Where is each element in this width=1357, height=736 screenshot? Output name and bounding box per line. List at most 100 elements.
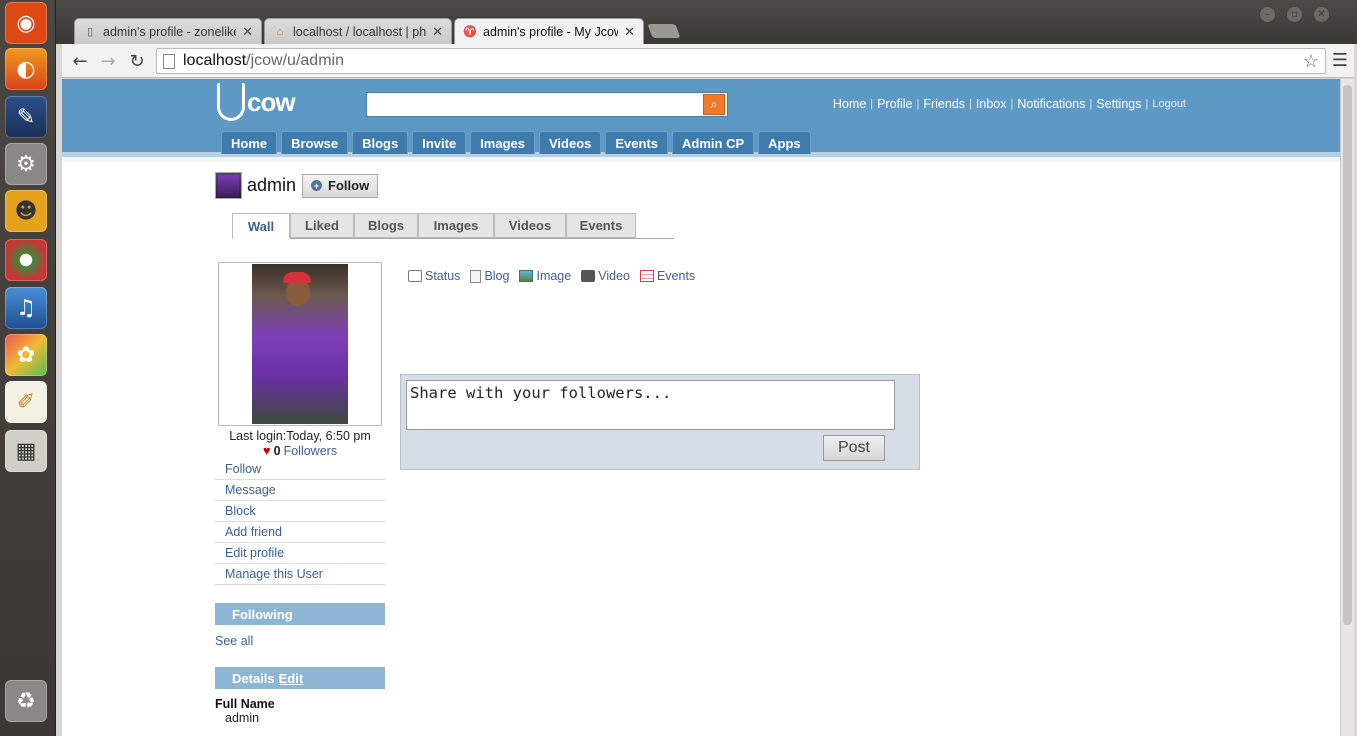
video-camera-icon bbox=[581, 270, 596, 282]
tab-title: admin's profile - zonelike bbox=[103, 24, 237, 39]
firefox-icon[interactable]: ◐ bbox=[5, 48, 47, 90]
close-tab-icon[interactable]: ✕ bbox=[624, 24, 635, 40]
page-content: admin + Follow Wall Liked Blogs Images V… bbox=[62, 162, 1340, 736]
jcow-logo[interactable]: cow bbox=[217, 82, 296, 122]
nav-videos[interactable]: Videos bbox=[539, 131, 602, 154]
status-composer: Share with your followers... Post bbox=[400, 374, 920, 470]
close-window-icon[interactable]: ✕ bbox=[1314, 7, 1329, 22]
menu-icon[interactable]: ☰ bbox=[1332, 50, 1348, 71]
search-icon[interactable]: ⌕ bbox=[703, 94, 725, 115]
tab-events[interactable]: Events bbox=[566, 213, 636, 238]
following-heading: Following bbox=[215, 603, 385, 625]
page-icon: ▯ bbox=[86, 26, 94, 38]
top-link-settings[interactable]: Settings bbox=[1096, 97, 1141, 111]
nav-blogs[interactable]: Blogs bbox=[352, 131, 409, 154]
nav-home[interactable]: Home bbox=[221, 131, 278, 154]
top-link-friends[interactable]: Friends bbox=[923, 97, 965, 111]
back-icon[interactable]: ← bbox=[68, 49, 92, 73]
plus-icon: + bbox=[311, 180, 323, 191]
tab-images[interactable]: Images bbox=[418, 213, 494, 238]
profile-header: admin + Follow bbox=[215, 172, 379, 199]
composer-tab-image[interactable]: Image bbox=[519, 269, 571, 283]
details-edit-link[interactable]: Edit bbox=[279, 671, 304, 686]
browser-tab-3[interactable]: ♈ admin's profile - My Jcow ✕ bbox=[454, 18, 644, 44]
close-tab-icon[interactable]: ✕ bbox=[242, 24, 253, 40]
action-message[interactable]: Message bbox=[215, 480, 385, 501]
contacts-icon[interactable]: ☻ bbox=[5, 190, 47, 232]
close-tab-icon[interactable]: ✕ bbox=[432, 24, 443, 40]
top-link-home[interactable]: Home bbox=[833, 97, 866, 111]
last-login: Last login:Today, 6:50 pm bbox=[229, 429, 371, 443]
composer-tab-blog[interactable]: Blog bbox=[470, 269, 509, 283]
tab-liked[interactable]: Liked bbox=[290, 213, 354, 238]
document-icon bbox=[470, 269, 482, 283]
tab-wall[interactable]: Wall bbox=[232, 213, 290, 239]
followers-info: ♥ 0 Followers bbox=[218, 443, 382, 458]
new-tab-button[interactable] bbox=[647, 24, 681, 38]
browser-tab-1[interactable]: ▯ admin's profile - zonelike ✕ bbox=[74, 18, 262, 44]
details-title: Details bbox=[232, 670, 275, 686]
top-link-inbox[interactable]: Inbox bbox=[976, 97, 1007, 111]
status-textarea[interactable]: Share with your followers... bbox=[406, 380, 895, 430]
ubuntu-dash-icon[interactable]: ◉ bbox=[5, 2, 47, 44]
main-nav: Home Browse Blogs Invite Images Videos E… bbox=[221, 131, 811, 154]
search-input[interactable]: ⌕ bbox=[366, 92, 728, 117]
speech-bubble-icon bbox=[408, 270, 422, 282]
pma-icon: ⌂ bbox=[276, 25, 284, 38]
action-add-friend[interactable]: Add friend bbox=[215, 522, 385, 543]
calculator-icon[interactable]: ▦ bbox=[5, 430, 47, 472]
nav-admin-cp[interactable]: Admin CP bbox=[672, 131, 755, 154]
nav-invite[interactable]: Invite bbox=[412, 131, 467, 154]
separator: | bbox=[1145, 98, 1149, 110]
address-bar[interactable]: localhost/jcow/u/admin ☆ bbox=[156, 48, 1326, 74]
post-button[interactable]: Post bbox=[823, 435, 885, 461]
nav-apps[interactable]: Apps bbox=[758, 131, 811, 154]
paint-icon[interactable]: ✿ bbox=[5, 334, 47, 376]
scrollbar-thumb[interactable] bbox=[1343, 85, 1352, 625]
minimize-icon[interactable]: – bbox=[1260, 7, 1275, 22]
action-follow[interactable]: Follow bbox=[215, 459, 385, 480]
logout-link[interactable]: Logout bbox=[1152, 98, 1186, 110]
composer-tab-label: Events bbox=[656, 269, 696, 283]
nav-images[interactable]: Images bbox=[470, 131, 535, 154]
trash-icon[interactable]: ♻ bbox=[5, 680, 47, 722]
url-host: localhost bbox=[183, 52, 247, 69]
composer-tab-status[interactable]: Status bbox=[408, 269, 460, 283]
composer-tab-events[interactable]: Events bbox=[639, 269, 696, 283]
system-settings-icon[interactable]: ⚙ bbox=[5, 143, 47, 185]
composer-tab-label: Status bbox=[425, 269, 461, 283]
page-icon bbox=[163, 53, 175, 69]
composer-tab-video[interactable]: Video bbox=[581, 269, 630, 283]
top-link-notifications[interactable]: Notifications bbox=[1017, 97, 1085, 111]
forward-icon[interactable]: → bbox=[96, 49, 120, 73]
logo-text: cow bbox=[247, 86, 296, 117]
reload-icon[interactable]: ↻ bbox=[125, 49, 149, 73]
profile-actions: Follow Message Block Add friend Edit pro… bbox=[215, 459, 385, 585]
followers-link[interactable]: Followers bbox=[284, 444, 338, 458]
browser-toolbar: ← → ↻ localhost/jcow/u/admin ☆ ☰ bbox=[62, 44, 1354, 78]
page-scrollbar[interactable] bbox=[1340, 79, 1354, 736]
action-manage-user[interactable]: Manage this User bbox=[215, 564, 385, 585]
nav-events[interactable]: Events bbox=[605, 131, 669, 154]
composer-tabs: Status Blog Image Video Events bbox=[408, 269, 695, 283]
text-editor-icon[interactable]: ✎ bbox=[5, 96, 47, 138]
notepad-icon[interactable]: ✐ bbox=[5, 381, 47, 423]
chrome-icon[interactable] bbox=[5, 239, 47, 281]
photo-cap bbox=[283, 272, 311, 283]
action-block[interactable]: Block bbox=[215, 501, 385, 522]
full-name-label: Full Name bbox=[215, 697, 275, 711]
tab-videos[interactable]: Videos bbox=[494, 213, 566, 238]
jcow-icon: ♈ bbox=[463, 26, 477, 38]
music-player-icon[interactable]: ♫ bbox=[5, 287, 47, 329]
avatar[interactable] bbox=[215, 172, 242, 199]
profile-photo[interactable] bbox=[252, 264, 348, 424]
bookmark-star-icon[interactable]: ☆ bbox=[1303, 51, 1319, 72]
tab-blogs[interactable]: Blogs bbox=[354, 213, 418, 238]
follow-button[interactable]: + Follow bbox=[302, 173, 379, 198]
top-link-profile[interactable]: Profile bbox=[877, 97, 912, 111]
browser-tab-2[interactable]: ⌂ localhost / localhost | ph ✕ bbox=[264, 18, 452, 44]
nav-browse[interactable]: Browse bbox=[281, 131, 349, 154]
action-edit-profile[interactable]: Edit profile bbox=[215, 543, 385, 564]
see-all-link[interactable]: See all bbox=[215, 634, 253, 648]
maximize-icon[interactable]: ▫ bbox=[1287, 7, 1302, 22]
